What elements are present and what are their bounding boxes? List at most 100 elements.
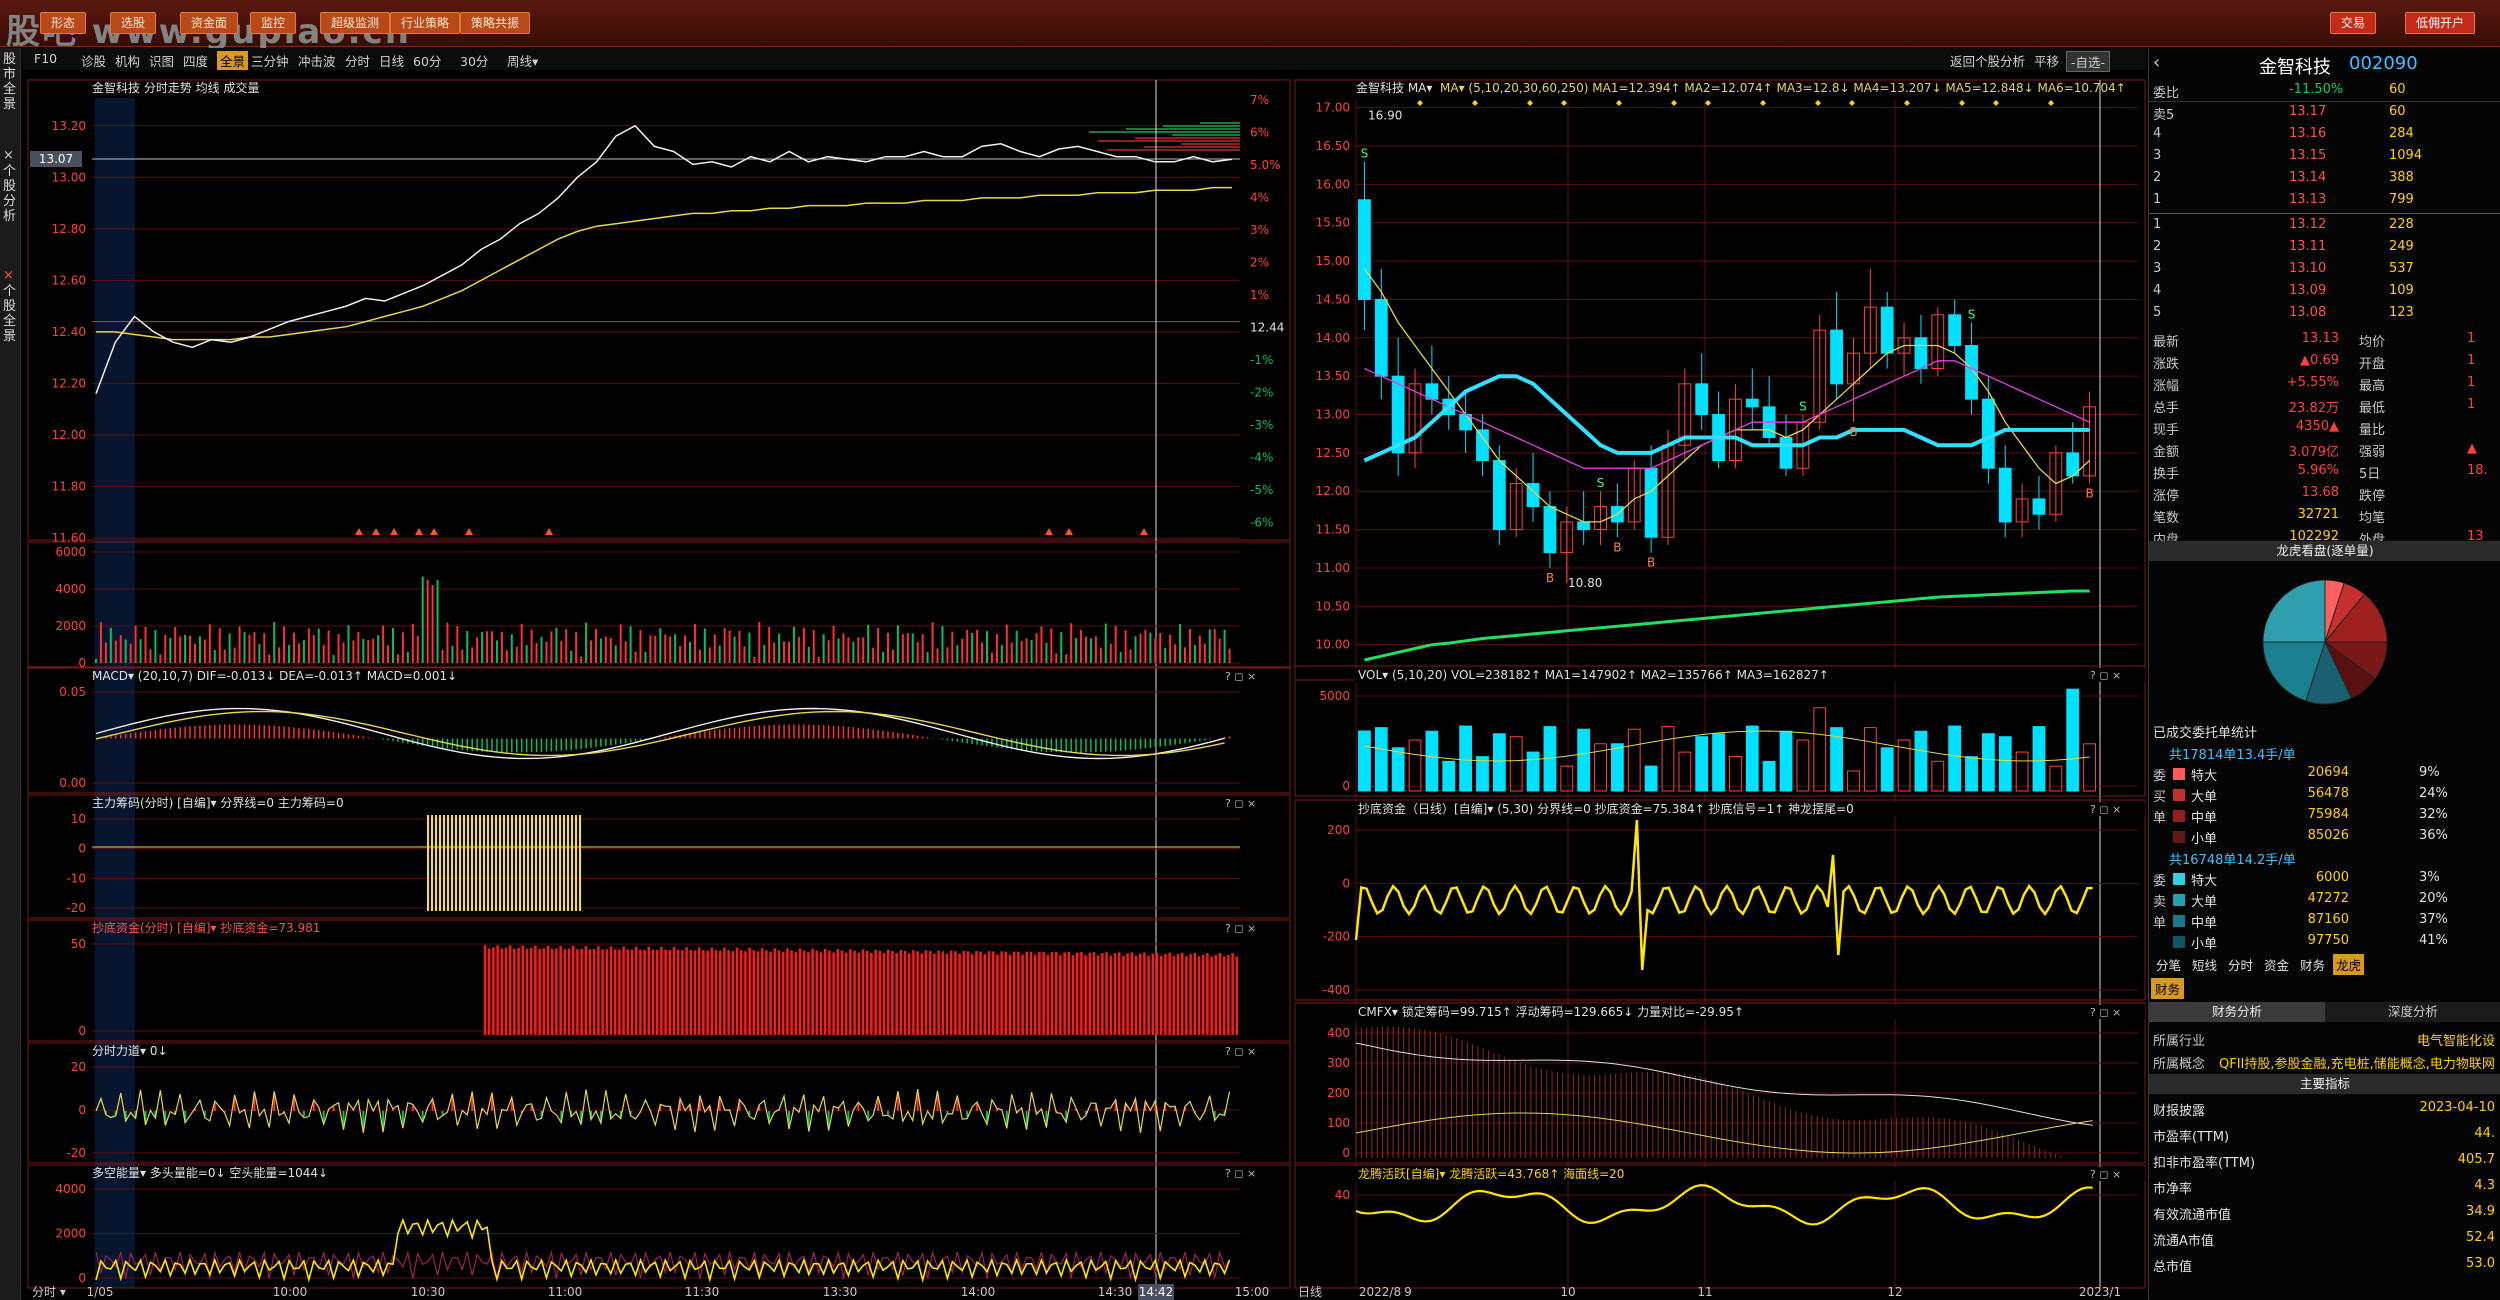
sell-level-row[interactable]: 4 13.16 284 <box>2149 124 2500 145</box>
indicator-title: 抄底资金(分时) [自编]▾ 抄底资金=73.981 <box>92 920 320 935</box>
order-size-label: 特大 <box>2191 874 2218 889</box>
finance-metric-label: 市盈率(TTM) <box>2153 1130 2230 1145</box>
open-account-button[interactable]: 低佣开户 <box>2405 12 2476 34</box>
dif-line <box>95 707 1225 760</box>
panel-tab[interactable]: 分时 <box>2225 954 2256 975</box>
panel-window-controls-icon[interactable]: ? ◻ × <box>1225 1045 1256 1058</box>
sell-level-row[interactable]: 卖5 13.17 60 <box>2149 102 2500 123</box>
panel-tab[interactable]: 财务 <box>2297 954 2328 975</box>
indicator-tick-label: 100 <box>1327 1116 1350 1130</box>
panel-window-controls-icon[interactable]: ? ◻ × <box>1225 1167 1256 1180</box>
daily-volume-bar <box>1965 756 1978 792</box>
daily-price-tick: 16.50 <box>1316 139 1350 153</box>
daily-price-tick: 17.00 <box>1316 101 1350 115</box>
daily-price-tick: 10.50 <box>1316 599 1350 613</box>
event-marker <box>1616 100 1622 106</box>
indicator-tick-label: 0 <box>78 1024 86 1038</box>
indicator-tick-label: -200 <box>1323 930 1350 944</box>
current-price-tag: 13.07 <box>39 152 73 166</box>
panel-tab[interactable]: 短线 <box>2189 954 2220 975</box>
buy-level-row[interactable]: 4 13.09 109 <box>2149 281 2500 302</box>
buy-level-row[interactable]: 3 13.10 537 <box>2149 259 2500 280</box>
trade-button[interactable]: 交易 <box>2330 12 2377 34</box>
signal-triangle <box>355 528 363 535</box>
back-arrow-icon[interactable]: ‹ <box>2153 52 2160 73</box>
indicator-tick-label: -400 <box>1323 983 1350 997</box>
main-index-header: 主要指标 <box>2149 1074 2500 1094</box>
candle-body <box>1543 506 1557 554</box>
pct-tick-label: -4% <box>1250 451 1273 465</box>
daily-volume-bar <box>1847 770 1860 792</box>
order-summary: 共17814单13.4手/单 <box>2169 748 2296 763</box>
panel-window-controls-icon[interactable]: ? ◻ × <box>1225 797 1256 810</box>
buy-level-row[interactable]: 5 13.08 123 <box>2149 303 2500 324</box>
buy-level-row[interactable]: 2 13.11 249 <box>2149 237 2500 258</box>
sell-level-row[interactable]: 2 13.14 388 <box>2149 168 2500 189</box>
buy-volume: 228 <box>2389 217 2414 232</box>
stat-label: 跌停 <box>2359 489 2386 504</box>
panel-window-controls-icon[interactable]: ? ◻ × <box>2090 669 2121 682</box>
buy-signal: B <box>2085 487 2093 501</box>
date-axis-label: 2022/8 <box>1359 1285 1401 1299</box>
depth-bar <box>1163 125 1240 127</box>
buy-price: 13.11 <box>2289 239 2327 254</box>
chart-canvas[interactable]: 金智科技 分时走势 均线 成交量 13.20 13.00 12.80 12.60 12.4… <box>0 0 2148 1300</box>
indicator-tick-label: 50 <box>71 937 86 951</box>
indicator-title: CMFX▾ 锁定筹码=99.715↑ 浮动筹码=129.665↓ 力量对比=-2… <box>1358 1004 1744 1019</box>
daily-volume-bar <box>1374 727 1388 792</box>
finance-subtab[interactable]: 财务分析 <box>2149 1002 2325 1022</box>
price-tick-label: 11.60 <box>52 531 86 545</box>
order-summary-row: 共16748单14.2手/单 <box>2149 847 2500 868</box>
panel-window-controls-icon[interactable]: ? ◻ × <box>2090 1168 2121 1181</box>
finance-metric-row: 市盈率(TTM) 44. <box>2149 1124 2500 1145</box>
buy-level-row[interactable]: 1 13.12 228 <box>2149 215 2500 236</box>
stat-label: 强弱 <box>2359 445 2386 460</box>
finance-subtab[interactable]: 深度分析 <box>2325 1002 2500 1022</box>
date-axis-label: 2023/1 <box>2079 1285 2121 1299</box>
daily-volume-bar <box>2066 688 2080 792</box>
panel-tab[interactable]: 分笔 <box>2153 954 2184 975</box>
concept-label: 所属概念 <box>2153 1057 2206 1072</box>
candle-body <box>1745 398 1759 408</box>
panel-window-controls-icon[interactable]: ? ◻ × <box>2090 1006 2121 1019</box>
panel-tab[interactable]: 资金 <box>2261 954 2292 975</box>
industry-label: 所属行业 <box>2153 1034 2206 1049</box>
stat-label: 开盘 <box>2359 357 2386 372</box>
daily-volume-bar <box>1560 765 1574 792</box>
daily-price-tick: 15.00 <box>1316 254 1350 268</box>
stat-value: ▲ <box>2467 441 2477 456</box>
sell-price: 13.17 <box>2289 104 2327 119</box>
buy-level-label: 4 <box>2153 283 2162 298</box>
sell-level-row[interactable]: 1 13.13 799 <box>2149 190 2500 211</box>
order-size-swatch <box>2173 894 2185 906</box>
daily-volume-bar <box>1442 760 1456 792</box>
daily-volume-bar <box>1526 751 1540 792</box>
order-size-row: 委 特大 20694 9% <box>2149 763 2500 784</box>
buy-level-label: 1 <box>2153 217 2162 232</box>
order-size-swatch <box>2173 873 2185 885</box>
panel-window-controls-icon[interactable]: ? ◻ × <box>2090 803 2121 816</box>
daily-volume-bar <box>1863 727 1877 792</box>
panel-window-controls-icon[interactable]: ? ◻ × <box>1225 670 1256 683</box>
panel-window-controls-icon[interactable]: ? ◻ × <box>1225 922 1256 935</box>
daily-volume-bar <box>1627 728 1641 792</box>
daily-price-tick: 13.00 <box>1316 408 1350 422</box>
sell-level-row[interactable]: 3 13.15 1094 <box>2149 146 2500 167</box>
order-size-label: 大单 <box>2191 895 2218 910</box>
order-size-volume: 87160 <box>2307 912 2349 927</box>
daily-volume-bar <box>1948 725 1962 792</box>
stat-label: 量比 <box>2359 423 2386 438</box>
price-tick-label: 13.20 <box>52 119 86 133</box>
panel-tab[interactable]: 龙虎 <box>2333 954 2365 975</box>
indicator-tick-label: 40 <box>1335 1188 1350 1202</box>
finance-tab[interactable]: 财务 <box>2151 978 2185 999</box>
stat-value: ▲0.69 <box>2300 353 2339 368</box>
stock-name: 金智科技 <box>2259 57 2331 78</box>
pct-tick-label: -1% <box>1250 353 1273 367</box>
daily-volume-bar <box>1408 739 1422 792</box>
stat-label: 换手 <box>2153 467 2180 482</box>
order-size-row: 单 中单 75984 32% <box>2149 805 2500 826</box>
order-size-label: 小单 <box>2191 937 2218 952</box>
event-marker <box>1705 100 1711 106</box>
candle-body <box>1880 306 1894 354</box>
